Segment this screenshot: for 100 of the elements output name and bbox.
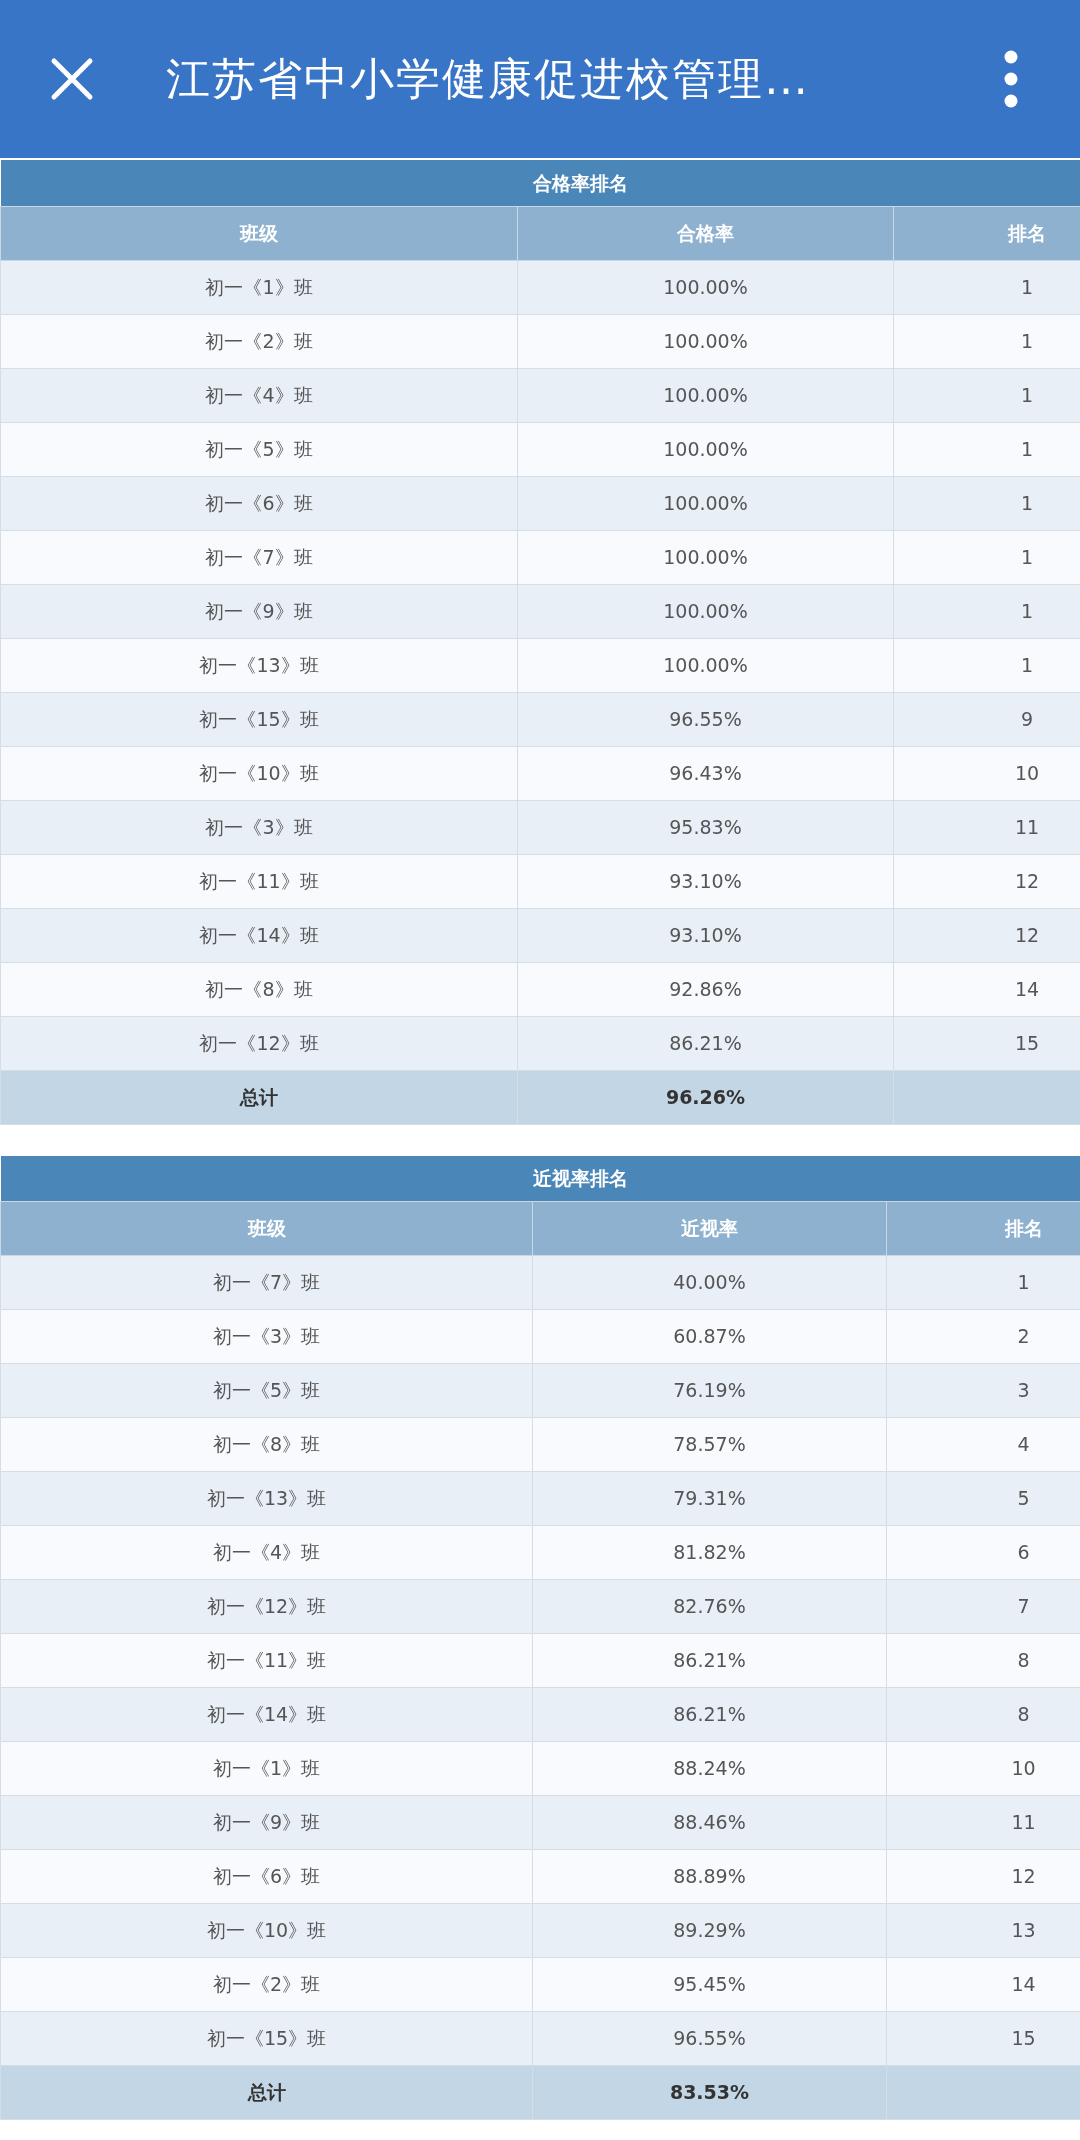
rate-cell: 86.21%	[517, 1016, 894, 1070]
rank-cell: 1	[893, 638, 1080, 692]
class-cell: 初一《1》班	[0, 260, 518, 314]
column-header: 班级	[0, 1201, 533, 1256]
close-icon[interactable]	[50, 57, 94, 101]
class-cell: 初一《10》班	[0, 1903, 533, 1958]
class-cell: 初一《1》班	[0, 1741, 533, 1796]
rank-cell: 15	[886, 2011, 1080, 2066]
rank-cell: 8	[886, 1633, 1080, 1688]
rate-cell: 100.00%	[517, 314, 894, 368]
rank-cell: 1	[893, 368, 1080, 422]
rate-cell: 60.87%	[532, 1309, 887, 1364]
class-cell: 初一《12》班	[0, 1579, 533, 1634]
rate-cell: 100.00%	[517, 368, 894, 422]
total-value: 96.26%	[517, 1070, 894, 1124]
class-cell: 初一《15》班	[0, 2011, 533, 2066]
rank-cell: 12	[893, 854, 1080, 908]
rank-cell: 4	[886, 1417, 1080, 1472]
rank-cell: 1	[893, 476, 1080, 530]
rate-cell: 89.29%	[532, 1903, 887, 1958]
class-cell: 初一《3》班	[0, 1309, 533, 1364]
rate-cell: 96.43%	[517, 746, 894, 800]
class-cell: 初一《15》班	[0, 692, 518, 746]
rate-cell: 96.55%	[517, 692, 894, 746]
rate-cell: 86.21%	[532, 1633, 887, 1688]
rate-cell: 100.00%	[517, 422, 894, 476]
column-header: 近视率	[532, 1201, 887, 1256]
rate-cell: 76.19%	[532, 1363, 887, 1418]
rank-cell: 1	[893, 260, 1080, 314]
rank-cell: 11	[886, 1795, 1080, 1850]
class-cell: 初一《10》班	[0, 746, 518, 800]
class-cell: 初一《11》班	[0, 1633, 533, 1688]
class-cell: 初一《2》班	[0, 314, 518, 368]
rate-cell: 88.24%	[532, 1741, 887, 1796]
class-cell: 初一《7》班	[0, 1255, 533, 1310]
class-cell: 初一《9》班	[0, 1795, 533, 1850]
column-header: 排名	[893, 206, 1080, 260]
rank-cell: 15	[893, 1016, 1080, 1070]
class-cell: 初一《6》班	[0, 476, 518, 530]
more-icon[interactable]	[1004, 50, 1018, 108]
total-label: 总计	[0, 1070, 518, 1124]
column-header: 班级	[0, 206, 518, 260]
rank-cell: 14	[893, 962, 1080, 1016]
class-cell: 初一《3》班	[0, 800, 518, 854]
table-title: 合格率排名	[0, 160, 1080, 206]
class-cell: 初一《13》班	[0, 638, 518, 692]
rate-cell: 95.83%	[517, 800, 894, 854]
total-value: 83.53%	[532, 2065, 887, 2120]
rank-cell: 12	[886, 1849, 1080, 1904]
rank-cell: 1	[893, 584, 1080, 638]
rank-cell: 1	[893, 314, 1080, 368]
page-title: 江苏省中小学健康促进校管理…	[166, 52, 810, 106]
rate-cell: 78.57%	[532, 1417, 887, 1472]
class-cell: 初一《9》班	[0, 584, 518, 638]
rank-cell: 1	[893, 422, 1080, 476]
rank-cell: 10	[893, 746, 1080, 800]
rate-cell: 81.82%	[532, 1525, 887, 1580]
rate-cell: 92.86%	[517, 962, 894, 1016]
rate-cell: 100.00%	[517, 530, 894, 584]
class-cell: 初一《13》班	[0, 1471, 533, 1526]
rank-cell: 13	[886, 1903, 1080, 1958]
class-cell: 初一《4》班	[0, 368, 518, 422]
class-cell: 初一《2》班	[0, 1957, 533, 2012]
total-label: 总计	[0, 2065, 533, 2120]
rank-cell: 3	[886, 1363, 1080, 1418]
class-cell: 初一《7》班	[0, 530, 518, 584]
rate-cell: 95.45%	[532, 1957, 887, 2012]
rank-cell: 1	[893, 530, 1080, 584]
rate-cell: 88.46%	[532, 1795, 887, 1850]
rank-cell: 7	[886, 1579, 1080, 1634]
rate-cell: 93.10%	[517, 854, 894, 908]
rank-cell: 9	[893, 692, 1080, 746]
column-header: 合格率	[517, 206, 894, 260]
rate-cell: 40.00%	[532, 1255, 887, 1310]
rank-cell: 14	[886, 1957, 1080, 2012]
rank-cell: 11	[893, 800, 1080, 854]
class-cell: 初一《12》班	[0, 1016, 518, 1070]
class-cell: 初一《8》班	[0, 1417, 533, 1472]
rate-cell: 93.10%	[517, 908, 894, 962]
class-cell: 初一《6》班	[0, 1849, 533, 1904]
rank-cell: 10	[886, 1741, 1080, 1796]
rank-cell: 12	[893, 908, 1080, 962]
rate-cell: 100.00%	[517, 584, 894, 638]
rank-cell: 1	[886, 1255, 1080, 1310]
class-cell: 初一《14》班	[0, 908, 518, 962]
column-header: 排名	[886, 1201, 1080, 1256]
rate-cell: 82.76%	[532, 1579, 887, 1634]
rank-cell: 5	[886, 1471, 1080, 1526]
class-cell: 初一《14》班	[0, 1687, 533, 1742]
rate-cell: 79.31%	[532, 1471, 887, 1526]
class-cell: 初一《4》班	[0, 1525, 533, 1580]
rate-cell: 100.00%	[517, 476, 894, 530]
rate-cell: 100.00%	[517, 638, 894, 692]
class-cell: 初一《11》班	[0, 854, 518, 908]
rate-cell: 96.55%	[532, 2011, 887, 2066]
class-cell: 初一《5》班	[0, 1363, 533, 1418]
rate-cell: 86.21%	[532, 1687, 887, 1742]
rate-cell: 100.00%	[517, 260, 894, 314]
rank-cell: 8	[886, 1687, 1080, 1742]
rate-cell: 88.89%	[532, 1849, 887, 1904]
